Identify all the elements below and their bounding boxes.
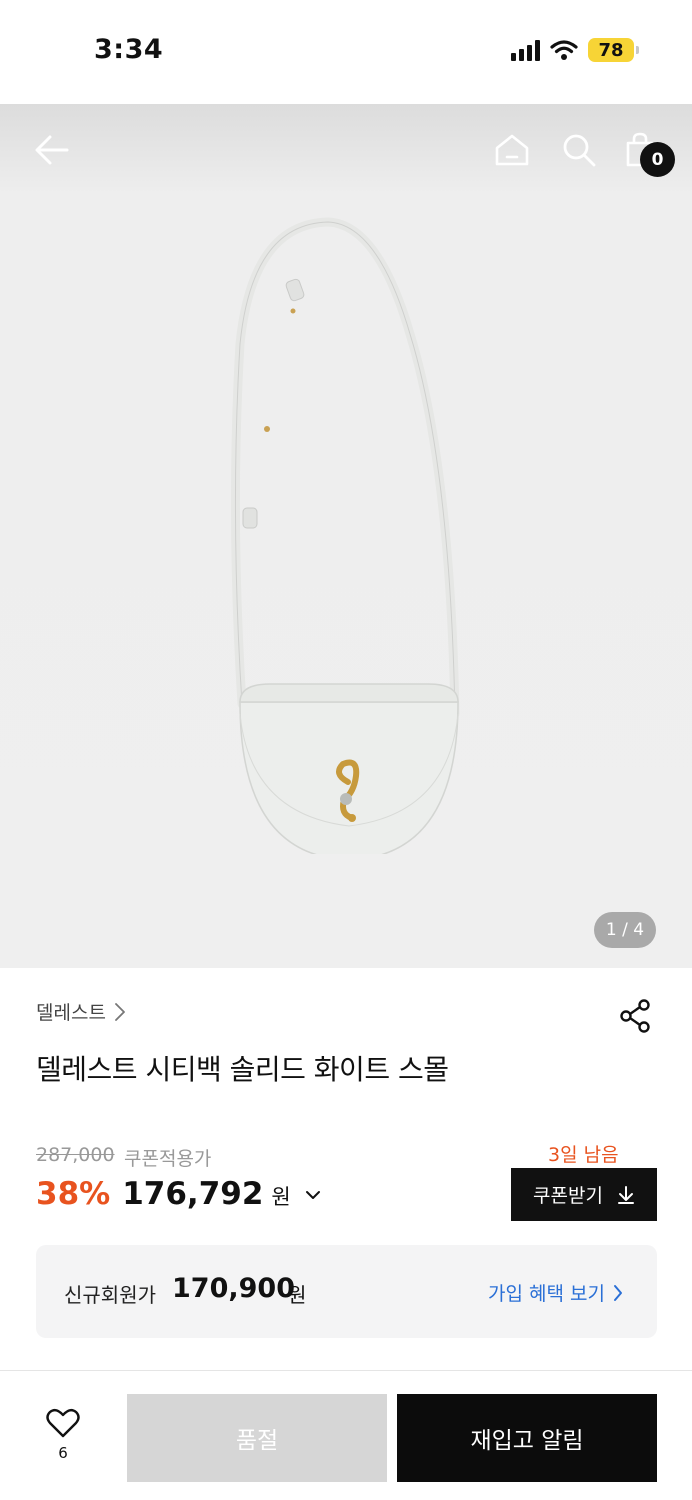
bottom-divider [0,1370,692,1371]
view-signup-benefits-link[interactable]: 가입 혜택 보기 [488,1279,623,1306]
member-price: 170,900 [172,1273,295,1304]
chevron-right-icon [614,1284,622,1301]
status-icons: 78 [511,38,639,62]
share-button[interactable] [618,998,654,1034]
member-currency: 원 [288,1283,307,1307]
benefit-link-label: 가입 혜택 보기 [488,1283,605,1305]
wifi-icon [550,40,578,60]
product-image [230,217,460,854]
wishlist-count: 6 [58,1444,68,1462]
chevron-down-icon[interactable] [305,1190,321,1200]
price-row[interactable]: 38% 176,792 원 [36,1176,321,1212]
soldout-button[interactable]: 품절 [127,1394,387,1482]
cellular-signal-icon [511,39,540,61]
home-button[interactable] [490,128,534,172]
download-icon [617,1185,634,1204]
arrow-left-icon [35,135,69,165]
status-bar: 3:34 78 [0,0,692,104]
top-navigation: 0 [0,104,692,200]
original-price: 287,000 [36,1144,115,1166]
home-icon [495,134,529,166]
product-title: 델레스트 시티백 솔리드 화이트 스몰 [36,1053,449,1086]
coupon-days-left: 3일 남음 [548,1144,619,1166]
brand-link[interactable]: 델레스트 [36,998,126,1025]
cart-count-badge: 0 [640,142,675,177]
wishlist-button[interactable]: 6 [36,1408,90,1474]
search-icon [563,134,596,167]
member-price-box: 신규회원가 170,900 원 가입 혜택 보기 [36,1245,657,1338]
heart-icon [46,1408,80,1438]
member-price-label: 신규회원가 [64,1283,156,1307]
back-button[interactable] [30,128,74,172]
battery-indicator: 78 [588,38,639,62]
share-icon [620,999,650,1033]
product-gallery[interactable]: 0 1 / 4 [0,104,692,968]
search-button[interactable] [557,128,601,172]
gallery-pager: 1 / 4 [594,912,656,948]
status-time: 3:34 [94,34,164,65]
coupon-button-label: 쿠폰받기 [533,1185,603,1207]
chevron-right-icon [115,1002,125,1021]
download-coupon-button[interactable]: 쿠폰받기 [511,1168,657,1221]
coupon-applied-label: 쿠폰적용가 [124,1148,212,1170]
restock-alert-button[interactable]: 재입고 알림 [397,1394,657,1482]
sale-price: 176,792 [122,1176,264,1212]
discount-rate: 38% [36,1176,111,1212]
currency-label: 원 [271,1185,291,1209]
brand-name: 델레스트 [36,1002,106,1024]
